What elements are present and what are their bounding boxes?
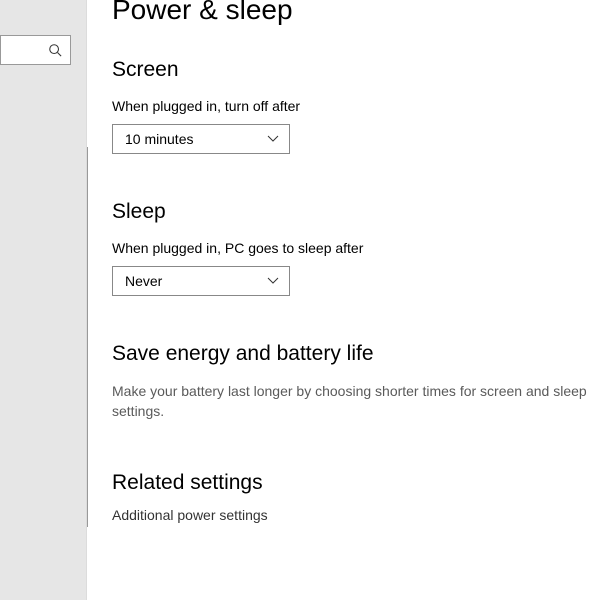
search-icon <box>48 43 62 57</box>
screen-timeout-dropdown[interactable]: 10 minutes <box>112 124 290 154</box>
page-title: Power & sleep <box>112 0 600 26</box>
screen-heading: Screen <box>112 58 600 82</box>
sleep-timeout-value: Never <box>125 273 162 289</box>
sidebar <box>0 0 87 600</box>
energy-info-text: Make your battery last longer by choosin… <box>112 382 588 421</box>
content-area: Power & sleep Screen When plugged in, tu… <box>112 0 600 523</box>
sleep-timeout-dropdown[interactable]: Never <box>112 266 290 296</box>
screen-dropdown-label: When plugged in, turn off after <box>112 98 600 114</box>
sleep-dropdown-label: When plugged in, PC goes to sleep after <box>112 240 600 256</box>
search-input[interactable] <box>0 35 71 65</box>
energy-heading: Save energy and battery life <box>112 342 600 366</box>
related-heading: Related settings <box>112 471 600 495</box>
sleep-heading: Sleep <box>112 200 600 224</box>
screen-timeout-value: 10 minutes <box>125 131 193 147</box>
additional-power-settings-link[interactable]: Additional power settings <box>112 507 600 523</box>
content-divider <box>87 147 88 527</box>
chevron-down-icon <box>267 135 279 143</box>
chevron-down-icon <box>267 277 279 285</box>
